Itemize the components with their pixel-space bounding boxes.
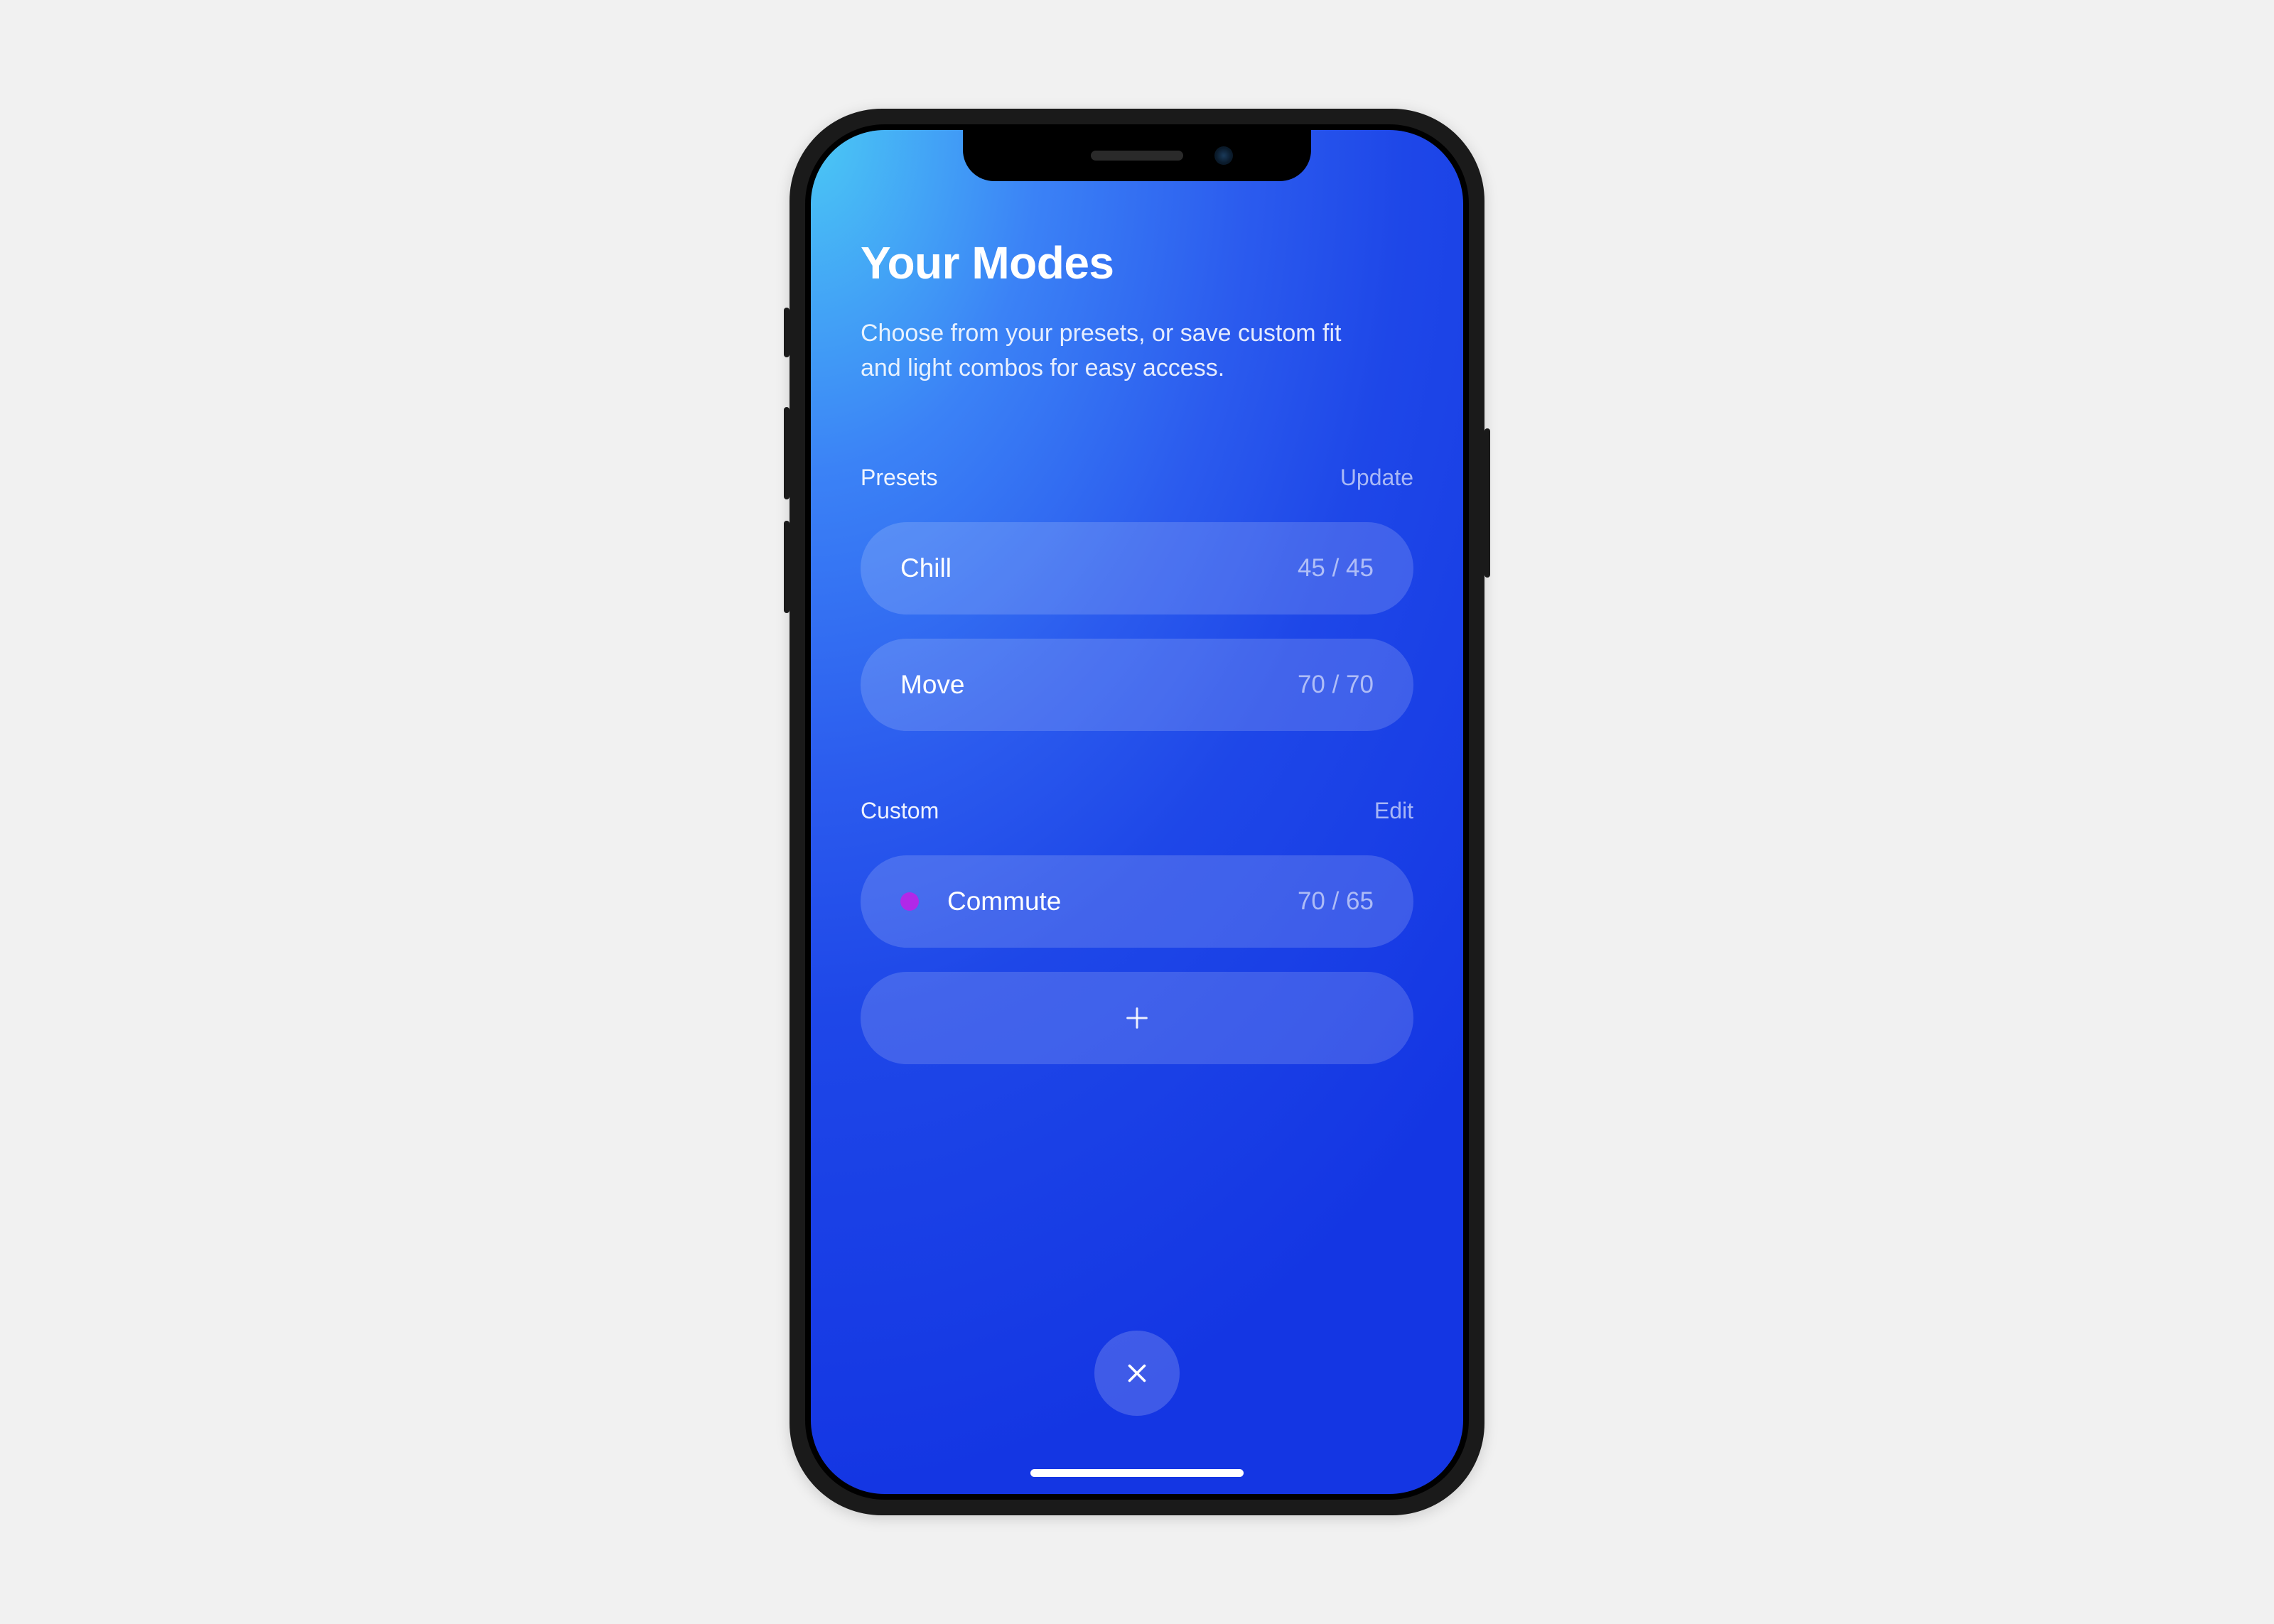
custom-edit-button[interactable]: Edit — [1374, 798, 1413, 824]
phone-inner-frame: Your Modes Choose from your presets, or … — [805, 124, 1469, 1500]
custom-section-header: Custom Edit — [861, 798, 1413, 824]
color-dot-icon — [900, 892, 919, 911]
custom-label: Custom — [861, 798, 939, 824]
preset-item-label: Chill — [900, 553, 952, 583]
plus-icon — [1123, 1004, 1151, 1032]
preset-item-chill[interactable]: Chill 45 / 45 — [861, 522, 1413, 615]
notch — [963, 130, 1311, 181]
home-indicator[interactable] — [1030, 1469, 1244, 1477]
presets-label: Presets — [861, 465, 937, 491]
preset-item-move[interactable]: Move 70 / 70 — [861, 639, 1413, 731]
content-area: Your Modes Choose from your presets, or … — [811, 130, 1463, 1494]
custom-item-commute[interactable]: Commute 70 / 65 — [861, 855, 1413, 948]
page-subtitle: Choose from your presets, or save custom… — [861, 316, 1344, 386]
notch-camera — [1214, 146, 1233, 165]
close-icon — [1124, 1360, 1150, 1386]
page-title: Your Modes — [861, 237, 1413, 289]
presets-update-button[interactable]: Update — [1340, 465, 1413, 491]
custom-item-label: Commute — [947, 887, 1061, 916]
mute-switch — [784, 308, 790, 357]
notch-speaker — [1091, 151, 1183, 161]
phone-frame: Your Modes Choose from your presets, or … — [790, 109, 1484, 1515]
power-button — [1484, 428, 1490, 578]
presets-section-header: Presets Update — [861, 465, 1413, 491]
close-button[interactable] — [1094, 1331, 1180, 1416]
volume-down-button — [784, 521, 790, 613]
custom-item-value: 70 / 65 — [1298, 887, 1374, 916]
volume-up-button — [784, 407, 790, 499]
preset-item-value: 45 / 45 — [1298, 554, 1374, 583]
screen: Your Modes Choose from your presets, or … — [811, 130, 1463, 1494]
preset-item-value: 70 / 70 — [1298, 671, 1374, 699]
preset-item-label: Move — [900, 670, 964, 700]
add-custom-button[interactable] — [861, 972, 1413, 1064]
